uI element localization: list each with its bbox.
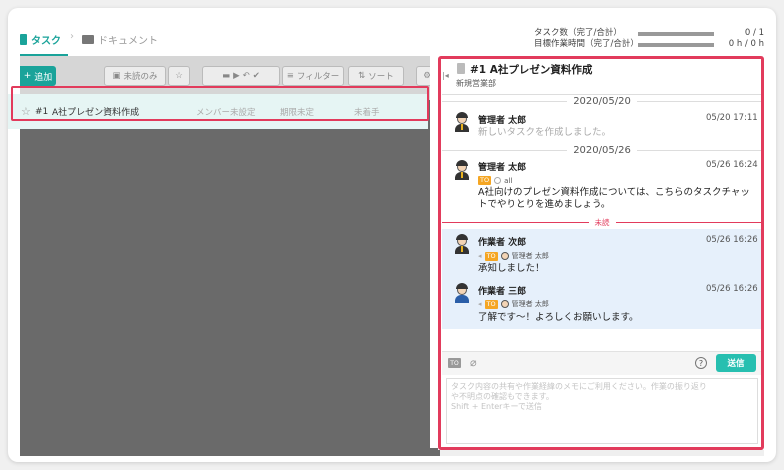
chat-icon: ▣ xyxy=(112,71,121,81)
task-count-value: 0 / 1 xyxy=(744,28,764,38)
composer-toolbar xyxy=(442,351,762,375)
check-icon: ✔ xyxy=(252,71,260,81)
help-icon[interactable]: ? xyxy=(695,357,707,369)
message-text-line2: トでやりとりを進めましょう。 xyxy=(478,199,611,210)
star-filter-button[interactable]: ☆ xyxy=(168,66,190,86)
add-task-label: 追加 xyxy=(34,72,53,83)
filter-button[interactable]: ≡ フィルター xyxy=(282,66,344,86)
task-list-area xyxy=(20,100,440,456)
attachment-icon[interactable]: ⌀ xyxy=(470,356,477,369)
to-badge: TO xyxy=(484,299,498,309)
document-icon xyxy=(82,35,94,44)
plus-icon: + xyxy=(23,71,35,81)
mini-avatar xyxy=(500,252,509,260)
play-icon: ▶ xyxy=(233,71,240,81)
filter-label: フィルター xyxy=(296,72,340,82)
message-sender: 管理者 太郎 xyxy=(478,163,527,173)
placeholder-line2: や不明点の確認もできます。 xyxy=(451,392,554,401)
collapse-panel-icon[interactable]: |◂ xyxy=(442,71,449,80)
panel-title: #1 A社プレゼン資料作成 xyxy=(470,64,593,76)
tab-document-label: ドキュメント xyxy=(98,36,158,47)
avatar xyxy=(452,112,472,132)
unread-divider: 未読 xyxy=(442,216,762,228)
to-line: ◂ TO 管理者 太郎 xyxy=(478,251,549,261)
to-target: 管理者 太郎 xyxy=(511,300,549,308)
message-sender: 作業者 三郎 xyxy=(478,287,527,297)
tab-task-label: タスク xyxy=(31,36,61,47)
document-icon xyxy=(457,63,465,74)
task-member[interactable]: メンバー未設定 xyxy=(196,106,256,118)
sort-label: ソート xyxy=(368,72,394,82)
unread-label: 未読 xyxy=(594,217,610,227)
stats-summary: タスク数（完了/合計） 0 / 1 目標作業時間（完了/合計） 0 h / 0 … xyxy=(534,28,764,50)
unread-only-button[interactable]: ▣ 未読のみ xyxy=(104,66,166,86)
to-button[interactable]: TO xyxy=(448,358,461,368)
message-time: 05/26 16:26 xyxy=(706,235,758,245)
message-text-line1: A社向けのプレゼン資料作成については、こちらのタスクチャッ xyxy=(478,187,750,198)
return-icon: ↶ xyxy=(242,71,250,81)
message-text: 了解です〜！よろしくお願いします。 xyxy=(478,312,639,323)
add-task-button[interactable]: + 追加 xyxy=(20,66,56,86)
tab-document[interactable]: ドキュメント xyxy=(82,32,158,47)
date-divider: 2020/05/20 xyxy=(442,95,763,107)
task-star-icon[interactable]: ☆ xyxy=(21,105,31,118)
send-button[interactable]: 送信 xyxy=(716,354,756,372)
message-time: 05/20 17:11 xyxy=(706,113,758,123)
to-line: ◂ TO 管理者 太郎 xyxy=(478,299,549,309)
task-count-label: タスク数（完了/合計） xyxy=(534,28,622,38)
message-sender: 作業者 次郎 xyxy=(478,238,527,248)
placeholder-line1: タスク内容の共有や作業経緯のメモにご利用ください。作業の振り返り xyxy=(451,382,707,391)
tab-task[interactable]: タスク xyxy=(20,32,61,47)
message-time: 05/26 16:26 xyxy=(706,284,758,294)
message-text: 新しいタスクを作成しました。 xyxy=(478,127,612,138)
filter-icon: ≡ xyxy=(286,71,294,81)
avatar xyxy=(452,160,472,180)
placeholder-line3: Shift + Enterキーで送信 xyxy=(451,402,542,411)
to-target: all xyxy=(504,176,513,185)
to-badge: TO xyxy=(478,176,492,185)
panel-subtitle: 新規営業部 xyxy=(456,79,496,88)
reply-arrow-icon: ◂ xyxy=(478,300,482,308)
message-sender: 管理者 太郎 xyxy=(478,116,527,126)
task-row[interactable]: ☆ #1 A社プレゼン資料作成 メンバー未設定 期限未定 未着手 xyxy=(8,94,428,129)
task-icon xyxy=(20,34,27,45)
to-badge: TO xyxy=(484,251,498,261)
message-input[interactable]: タスク内容の共有や作業経緯のメモにご利用ください。作業の振り返り や不明点の確認… xyxy=(446,378,758,444)
all-icon xyxy=(494,177,502,184)
message-time: 05/26 16:24 xyxy=(706,160,758,170)
task-status[interactable]: 未着手 xyxy=(354,106,380,118)
sort-icon: ⇅ xyxy=(358,71,366,81)
unread-only-label: 未読のみ xyxy=(123,72,158,82)
sort-button[interactable]: ⇅ ソート xyxy=(348,66,404,86)
mini-avatar xyxy=(500,300,509,308)
avatar xyxy=(452,234,472,254)
to-line: TO all xyxy=(478,176,512,185)
message-text: 承知しました！ xyxy=(478,263,545,274)
status-buttons-group[interactable]: ▬ ▶ ↶ ✔ xyxy=(202,66,280,86)
task-name: A社プレゼン資料作成 xyxy=(52,108,140,118)
task-deadline[interactable]: 期限未定 xyxy=(280,106,314,118)
date-divider: 2020/05/26 xyxy=(442,144,763,156)
hours-bar xyxy=(638,42,714,47)
date-label: 2020/05/26 xyxy=(573,144,631,156)
stop-icon: ▬ xyxy=(222,71,231,81)
task-count-bar xyxy=(638,31,714,36)
task-number: #1 xyxy=(35,106,49,117)
star-icon: ☆ xyxy=(175,71,183,81)
date-label: 2020/05/20 xyxy=(573,95,631,107)
tab-separator: › xyxy=(70,31,74,42)
reply-arrow-icon: ◂ xyxy=(478,252,482,260)
avatar xyxy=(452,283,472,303)
to-target: 管理者 太郎 xyxy=(511,252,549,260)
